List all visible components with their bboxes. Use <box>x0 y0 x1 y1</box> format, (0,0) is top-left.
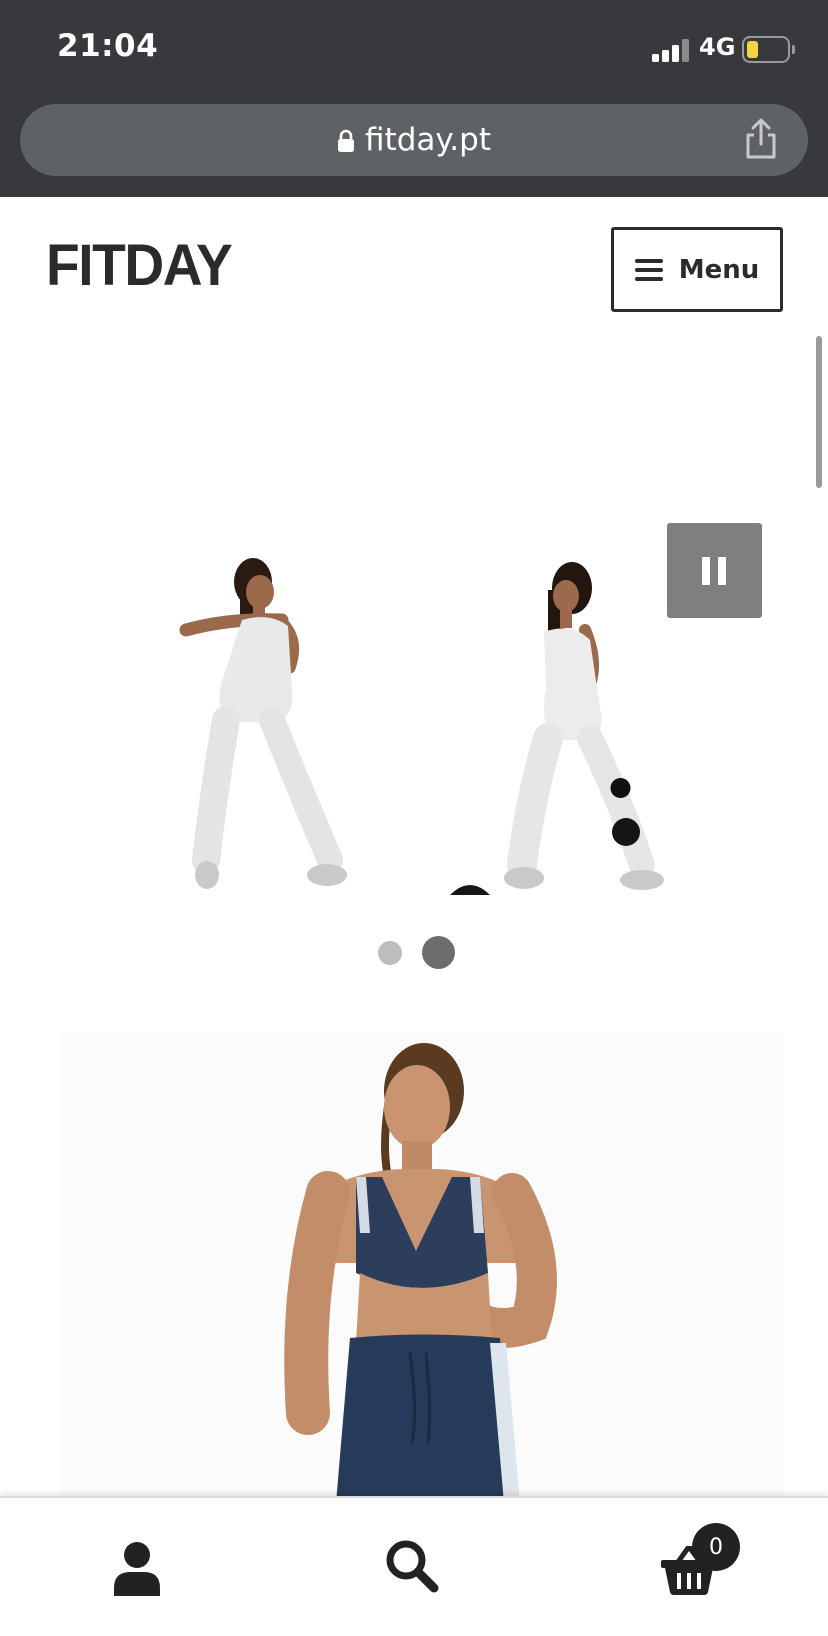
cart-count-badge[interactable]: 0 <box>692 1523 740 1571</box>
url-text: fitday.pt <box>365 122 491 158</box>
share-icon[interactable] <box>742 118 780 160</box>
battery-icon <box>742 36 790 63</box>
user-icon[interactable] <box>112 1540 162 1596</box>
pause-icon <box>702 557 710 585</box>
product-photo <box>284 1043 557 1503</box>
browser-chrome: 21:04 4G fitday.pt <box>0 0 828 197</box>
slide-image <box>179 558 664 895</box>
pause-button[interactable] <box>667 523 762 618</box>
signal-icon <box>652 38 690 62</box>
site-title[interactable]: FITDAY <box>46 232 233 299</box>
hamburger-icon <box>634 258 663 281</box>
address-bar[interactable]: fitday.pt <box>20 104 808 176</box>
model-figure-right <box>450 562 664 895</box>
menu-label: Menu <box>678 254 760 285</box>
search-icon[interactable] <box>384 1538 440 1594</box>
network-type: 4G <box>699 33 736 61</box>
menu-button[interactable]: Menu <box>611 227 783 312</box>
status-time: 21:04 <box>57 28 159 64</box>
hero-slider[interactable] <box>0 330 828 1000</box>
battery-tip <box>792 45 795 54</box>
slider-dots <box>0 934 828 969</box>
lock-icon <box>338 129 355 152</box>
bottom-nav-bar: 0 <box>0 1496 828 1636</box>
model-figure-left <box>179 558 347 889</box>
slider-dot-2[interactable] <box>422 936 455 969</box>
product-image[interactable] <box>60 1033 784 1503</box>
slider-dot-1[interactable] <box>378 941 402 965</box>
